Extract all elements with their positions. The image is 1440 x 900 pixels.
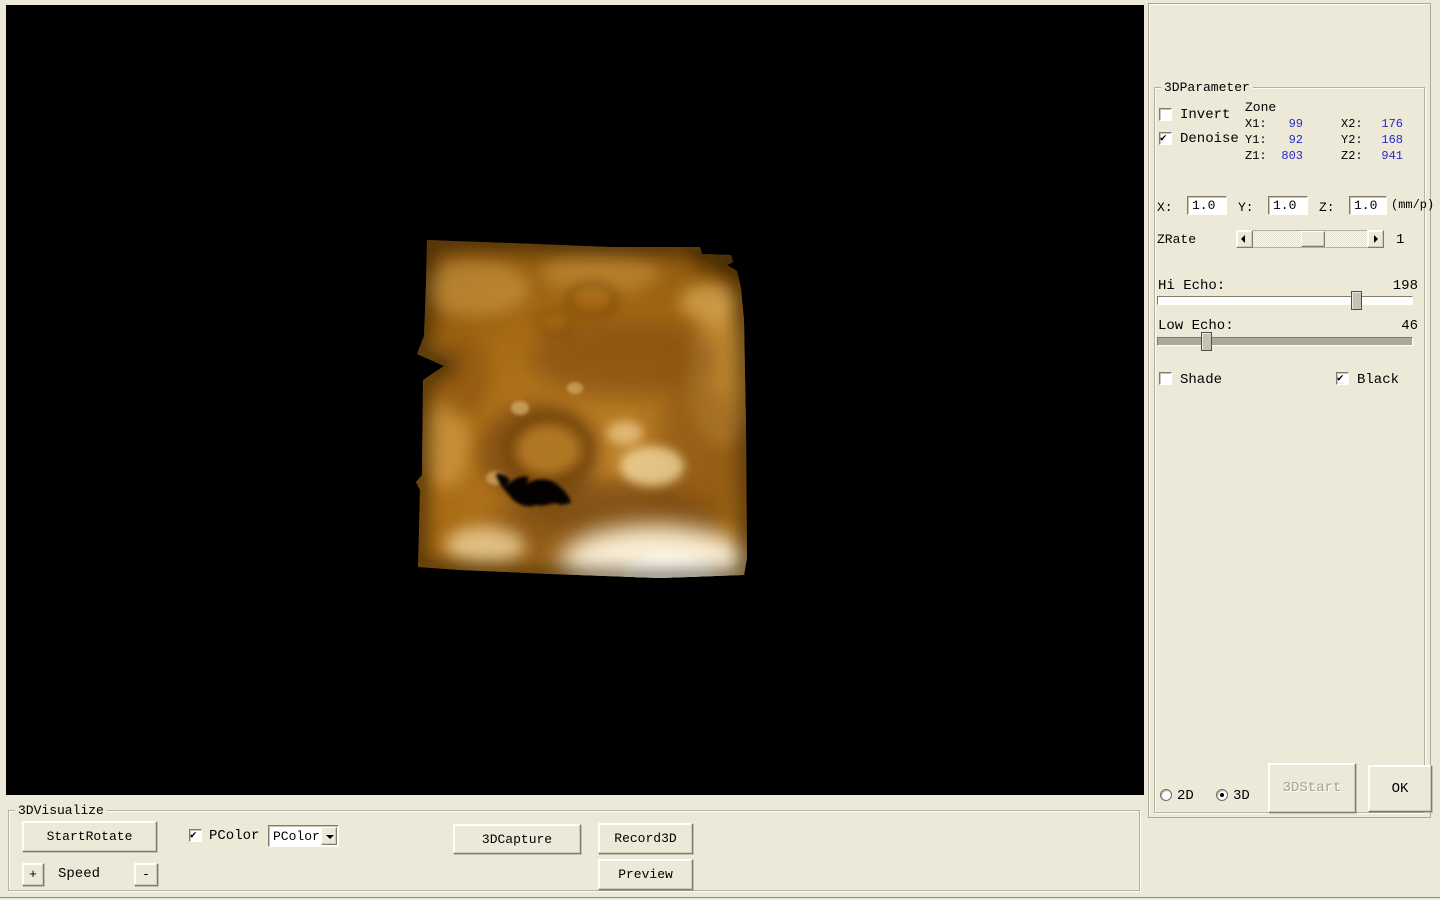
- zone-z1-value: 803: [1267, 150, 1303, 163]
- zone-x2-label: X2:: [1341, 118, 1363, 131]
- black-checkbox-label: Black: [1357, 373, 1399, 387]
- mode-3d-radio[interactable]: [1216, 789, 1228, 801]
- hi-echo-slider-thumb[interactable]: [1351, 291, 1362, 310]
- visualize-group-title: 3DVisualize: [15, 803, 107, 818]
- arrow-right-icon: [1374, 235, 1378, 243]
- ok-button[interactable]: OK: [1368, 765, 1432, 812]
- window-bottom-edge: [0, 897, 1440, 898]
- shade-checkbox-label: Shade: [1180, 373, 1222, 387]
- shade-checkbox[interactable]: [1159, 372, 1172, 385]
- app-window: { "colors": { "bg": "#ECE9D8", "viewport…: [0, 0, 1440, 900]
- start-rotate-button[interactable]: StartRotate: [22, 821, 157, 852]
- zone-z2-value: 941: [1367, 150, 1403, 163]
- zrate-scroll-track[interactable]: [1253, 230, 1367, 248]
- scale-y-label: Y:: [1238, 201, 1254, 215]
- denoise-checkbox[interactable]: [1159, 132, 1172, 145]
- start-3d-button[interactable]: 3DStart: [1268, 763, 1356, 813]
- zone-y2-label: Y2:: [1341, 134, 1363, 147]
- preview-button[interactable]: Preview: [598, 859, 693, 890]
- speed-label: Speed: [58, 867, 100, 881]
- zone-y1-label: Y1:: [1245, 134, 1267, 147]
- zrate-scroll-right-button[interactable]: [1367, 230, 1384, 248]
- invert-checkbox[interactable]: [1159, 108, 1172, 121]
- zrate-value: 1: [1396, 233, 1404, 247]
- low-echo-value: 46: [1401, 319, 1418, 333]
- visualize-groupbox: 3DVisualize StartRotate PColor PColor + …: [8, 810, 1140, 891]
- pcolor-checkbox[interactable]: [189, 829, 202, 842]
- invert-checkbox-label: Invert: [1180, 108, 1230, 122]
- arrow-left-icon: [1241, 235, 1245, 243]
- low-echo-slider-thumb[interactable]: [1201, 332, 1212, 351]
- low-echo-label: Low Echo:: [1158, 319, 1234, 333]
- zone-y1-value: 92: [1267, 134, 1303, 147]
- record-3d-button[interactable]: Record3D: [598, 823, 693, 854]
- params-group-title: 3DParameter: [1161, 80, 1253, 95]
- zone-z2-label: Z2:: [1341, 150, 1363, 163]
- capture-3d-button[interactable]: 3DCapture: [453, 824, 581, 854]
- pcolor-dropdown-value: PColor: [273, 829, 320, 844]
- scale-unit-label: (mm/p): [1391, 199, 1434, 212]
- zrate-scroll-thumb[interactable]: [1301, 231, 1325, 247]
- low-echo-slider[interactable]: [1157, 337, 1413, 346]
- speed-plus-button[interactable]: +: [22, 863, 44, 886]
- zone-x1-value: 99: [1267, 118, 1303, 131]
- zone-y2-value: 168: [1367, 134, 1403, 147]
- scale-y-input[interactable]: [1268, 196, 1308, 215]
- pcolor-dropdown[interactable]: PColor: [268, 825, 339, 847]
- zrate-scrollbar[interactable]: [1236, 230, 1384, 248]
- params-groupbox: 3DParameter Invert Denoise Zone X1: 99 X…: [1154, 87, 1425, 813]
- zrate-scroll-left-button[interactable]: [1236, 230, 1253, 248]
- zone-x1-label: X1:: [1245, 118, 1267, 131]
- render-viewport[interactable]: [6, 5, 1144, 795]
- zone-x2-value: 176: [1367, 118, 1403, 131]
- mode-2d-radio[interactable]: [1160, 789, 1172, 801]
- zrate-label: ZRate: [1157, 233, 1196, 247]
- denoise-checkbox-label: Denoise: [1180, 132, 1239, 146]
- chevron-down-icon: [326, 835, 334, 839]
- scale-z-label: Z:: [1319, 201, 1335, 215]
- zone-z1-label: Z1:: [1245, 150, 1267, 163]
- mode-3d-radio-label: 3D: [1233, 789, 1250, 803]
- hi-echo-label: Hi Echo:: [1158, 279, 1225, 293]
- zone-title: Zone: [1245, 101, 1276, 115]
- scale-x-input[interactable]: [1187, 196, 1227, 215]
- pcolor-checkbox-label: PColor: [209, 829, 259, 843]
- speed-minus-button[interactable]: -: [134, 863, 158, 886]
- dropdown-arrow-button[interactable]: [321, 827, 337, 845]
- black-checkbox[interactable]: [1336, 372, 1349, 385]
- hi-echo-slider[interactable]: [1157, 296, 1413, 305]
- mode-2d-radio-label: 2D: [1177, 789, 1194, 803]
- ultrasound-3d-render: [400, 228, 760, 588]
- scale-x-label: X:: [1157, 201, 1173, 215]
- hi-echo-value: 198: [1393, 279, 1418, 293]
- scale-z-input[interactable]: [1349, 196, 1387, 215]
- params-panel: 3DParameter Invert Denoise Zone X1: 99 X…: [1148, 3, 1431, 818]
